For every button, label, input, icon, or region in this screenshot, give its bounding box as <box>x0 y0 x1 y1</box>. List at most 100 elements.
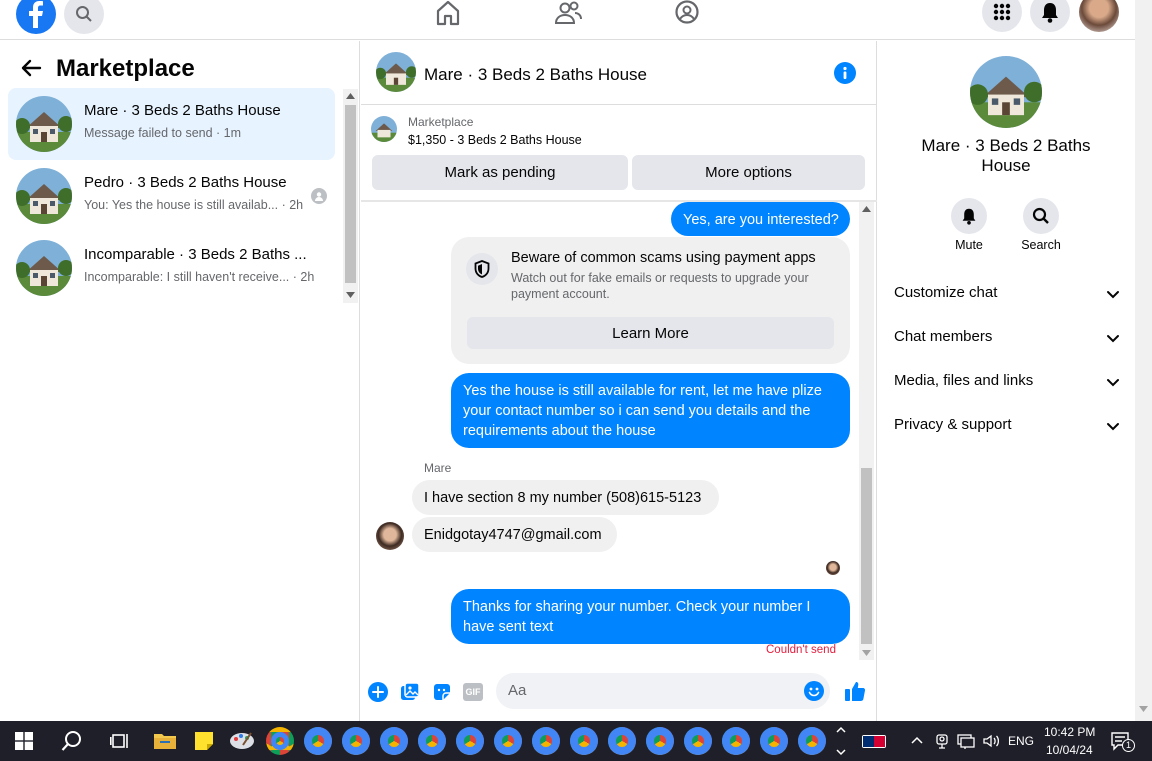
info-title: Mare · 3 Beds 2 Baths House <box>921 136 1091 175</box>
volume-icon[interactable] <box>982 733 1000 749</box>
gif-icon[interactable]: GIF <box>463 683 483 701</box>
listing-thumbnail <box>16 240 72 296</box>
windows-taskbar: ENG 10:42 PM 10/04/24 1 <box>0 721 1152 761</box>
file-explorer-icon[interactable] <box>153 731 177 751</box>
notification-count-badge: 1 <box>1122 739 1135 752</box>
mark-as-pending-button[interactable]: Mark as pending <box>372 155 628 190</box>
sticker-icon[interactable] <box>432 682 452 702</box>
info-icon[interactable] <box>834 62 856 84</box>
task-view-icon[interactable] <box>110 731 130 751</box>
sent-message[interactable]: Yes, are you interested? <box>671 202 850 236</box>
message-input-placeholder: Aa <box>508 682 527 699</box>
search-icon[interactable] <box>64 0 104 34</box>
chrome-taskbar-icon[interactable] <box>646 727 674 755</box>
meet-now-icon[interactable] <box>934 733 950 749</box>
received-message[interactable]: I have section 8 my number (508)615-5123 <box>412 480 719 515</box>
chrome-taskbar-icon[interactable] <box>418 727 446 755</box>
chrome-taskbar-icon[interactable] <box>342 727 370 755</box>
taskbar-scroll-arrows[interactable] <box>834 723 848 759</box>
media-files-links-row[interactable]: Media, files and links <box>894 370 1120 394</box>
taskbar-search-icon[interactable] <box>61 730 83 752</box>
chrome-taskbar-icon[interactable] <box>304 727 332 755</box>
conversation-item[interactable]: Pedro · 3 Beds 2 Baths House You: Yes th… <box>8 160 335 232</box>
chat-scrollbar[interactable] <box>859 202 874 660</box>
facebook-logo-icon[interactable] <box>16 0 56 34</box>
emoji-icon[interactable] <box>804 681 824 701</box>
chat-header-avatar[interactable] <box>376 52 416 92</box>
search-in-chat-icon[interactable] <box>1023 198 1059 234</box>
conversation-item[interactable]: Mare · 3 Beds 2 Baths House Message fail… <box>8 88 335 160</box>
chrome-taskbar-icon[interactable] <box>722 727 750 755</box>
show-hidden-icons-chevron-icon[interactable] <box>910 733 924 747</box>
chrome-taskbar-icon[interactable] <box>570 727 598 755</box>
groups-icon[interactable] <box>674 0 700 26</box>
search-label[interactable]: Search <box>1010 238 1072 252</box>
conversation-name: Mare · 3 Beds 2 Baths House <box>84 102 281 119</box>
windows-start-icon[interactable] <box>15 732 33 750</box>
chevron-down-icon <box>1107 379 1119 387</box>
info-avatar <box>970 56 1042 128</box>
sticky-notes-icon[interactable] <box>194 731 214 751</box>
chrome-taskbar-icon[interactable] <box>798 727 826 755</box>
sent-message-failed[interactable]: Thanks for sharing your number. Check yo… <box>451 589 850 644</box>
top-nav-bar <box>0 0 1135 40</box>
page-title: Marketplace <box>56 55 195 82</box>
chrome-taskbar-icon[interactable] <box>266 727 294 755</box>
chevron-down-icon <box>1107 291 1119 299</box>
network-icon[interactable] <box>957 733 975 749</box>
mute-bell-icon[interactable] <box>951 198 987 234</box>
shield-icon <box>466 253 498 285</box>
message-sender-name: Mare <box>424 461 452 475</box>
message-input[interactable]: Aa <box>496 673 830 709</box>
conversation-preview: You: Yes the house is still availab... ·… <box>84 198 304 212</box>
input-language-indicator[interactable]: ENG <box>1008 734 1034 748</box>
failed-status-text[interactable]: Couldn't send <box>766 644 836 656</box>
listing-detail[interactable]: $1,350 - 3 Beds 2 Baths House <box>408 133 582 147</box>
photo-icon[interactable] <box>400 682 420 702</box>
chrome-taskbar-icon[interactable] <box>608 727 636 755</box>
friends-icon[interactable] <box>554 0 582 26</box>
row-label: Media, files and links <box>894 372 1034 389</box>
chrome-taskbar-icon[interactable] <box>684 727 712 755</box>
action-center-notification-icon[interactable]: 1 <box>1110 731 1135 753</box>
chrome-taskbar-icon[interactable] <box>532 727 560 755</box>
scam-warning-body: Watch out for fake emails or requests to… <box>511 271 809 301</box>
chrome-taskbar-icon[interactable] <box>380 727 408 755</box>
profile-avatar[interactable] <box>1079 0 1119 32</box>
chrome-taskbar-icon[interactable] <box>494 727 522 755</box>
customize-chat-row[interactable]: Customize chat <box>894 282 1120 306</box>
conversation-list-scrollbar[interactable] <box>343 89 358 303</box>
page-scrollbar[interactable] <box>1135 0 1152 721</box>
learn-more-button[interactable]: Learn More <box>467 317 834 349</box>
clock-time[interactable]: 10:42 PM <box>1044 725 1095 739</box>
home-icon[interactable] <box>434 0 462 26</box>
chat-header-title[interactable]: Mare · 3 Beds 2 Baths House <box>424 65 647 85</box>
chrome-taskbar-icon[interactable] <box>760 727 788 755</box>
paint-app-icon[interactable] <box>229 729 255 753</box>
sent-message[interactable]: Yes the house is still available for ren… <box>451 373 850 448</box>
chevron-down-icon <box>1107 335 1119 343</box>
more-options-button[interactable]: More options <box>632 155 865 190</box>
chevron-down-icon <box>1107 423 1119 431</box>
thumbs-up-icon[interactable] <box>843 679 867 703</box>
row-label: Chat members <box>894 328 993 345</box>
listing-label: Marketplace <box>408 115 474 129</box>
chrome-taskbar-icon[interactable] <box>456 727 484 755</box>
notifications-bell-icon[interactable] <box>1030 0 1070 32</box>
chat-members-row[interactable]: Chat members <box>894 326 1120 350</box>
menu-grid-icon[interactable] <box>982 0 1022 32</box>
chat-panel: Mare · 3 Beds 2 Baths House Marketplace … <box>361 41 877 721</box>
seen-by-avatar <box>826 561 840 575</box>
conversation-item[interactable]: Incomparable · 3 Beds 2 Baths ... Incomp… <box>8 232 335 304</box>
add-plus-icon[interactable] <box>368 682 388 702</box>
conversation-name: Incomparable · 3 Beds 2 Baths ... <box>84 246 307 263</box>
mlb-app-icon[interactable] <box>862 735 886 748</box>
privacy-support-row[interactable]: Privacy & support <box>894 414 1120 438</box>
back-arrow-icon[interactable] <box>20 58 42 78</box>
conversation-list-panel: Marketplace Mare · 3 Beds 2 Baths House … <box>0 41 360 721</box>
scam-warning-title: Beware of common scams using payment app… <box>511 250 816 266</box>
clock-date[interactable]: 10/04/24 <box>1046 743 1093 757</box>
mute-label[interactable]: Mute <box>938 238 1000 252</box>
received-message[interactable]: Enidgotay4747@gmail.com <box>412 517 617 552</box>
sender-avatar[interactable] <box>376 522 404 550</box>
